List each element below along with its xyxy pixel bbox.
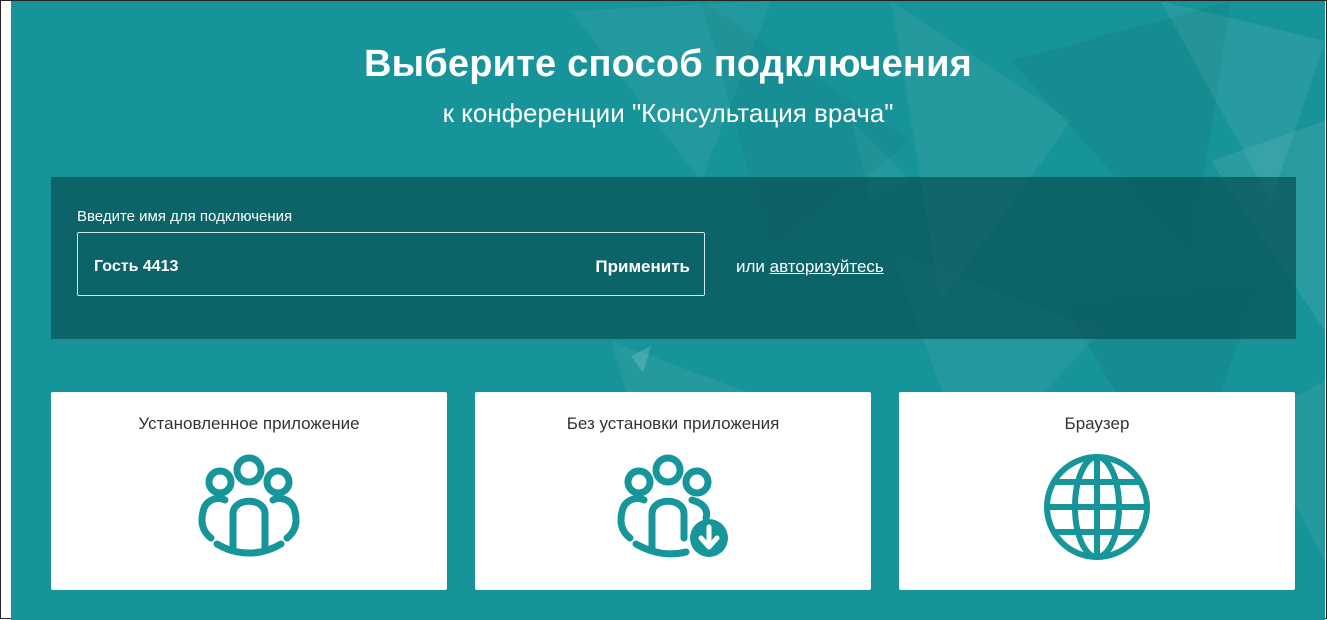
auth-link[interactable]: авторизуйтесь	[770, 257, 884, 276]
option-no-install[interactable]: Без установки приложения	[475, 392, 871, 590]
name-input[interactable]: Гость 4413 Применить	[77, 232, 705, 296]
or-text: или	[736, 257, 765, 276]
connection-panel: Выберите способ подключения к конференци…	[11, 1, 1325, 620]
name-field-label: Введите имя для подключения	[77, 208, 293, 225]
page-title: Выберите способ подключения	[363, 43, 973, 85]
option-installed-app-label: Установленное приложение	[138, 414, 360, 433]
people-group-icon	[51, 452, 447, 562]
apply-button[interactable]: Применить	[595, 257, 690, 277]
window-frame: Выберите способ подключения к конференци…	[0, 0, 1327, 620]
auth-prompt: или авторизуйтесь	[736, 257, 884, 277]
name-input-value[interactable]: Гость 4413	[94, 258, 178, 276]
option-browser-label: Браузер	[1064, 414, 1130, 433]
page-subtitle: к конференции "Консультация врача"	[442, 98, 894, 128]
globe-icon	[899, 452, 1295, 562]
option-browser[interactable]: Браузер	[899, 392, 1295, 590]
option-no-install-label: Без установки приложения	[566, 414, 780, 433]
option-installed-app[interactable]: Установленное приложение	[51, 392, 447, 590]
people-download-icon	[475, 452, 871, 562]
name-form: Введите имя для подключения Гость 4413 П…	[51, 177, 1296, 339]
